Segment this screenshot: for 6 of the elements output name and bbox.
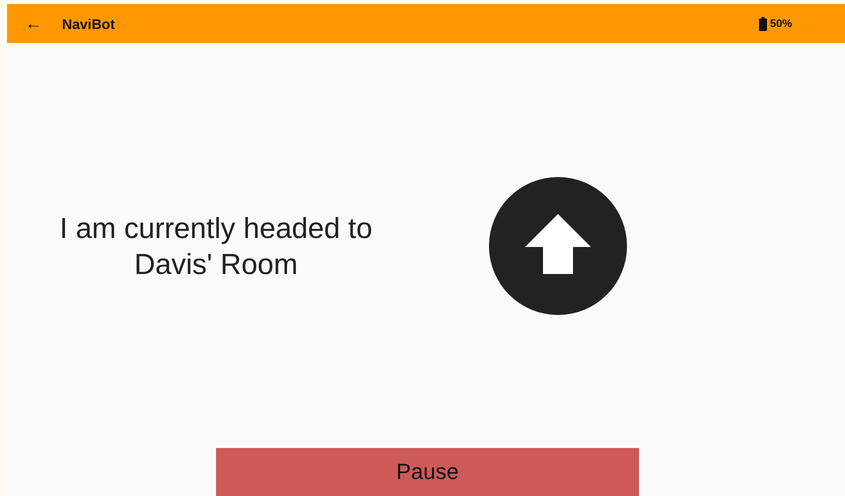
destination-message: I am currently headed to Davis' Room (58, 212, 374, 282)
back-button[interactable]: ← (25, 14, 42, 34)
battery-level: 50% (770, 18, 792, 30)
battery-icon (758, 16, 767, 30)
pause-button[interactable]: Pause (216, 448, 639, 496)
app-title: NaviBot (62, 16, 116, 32)
